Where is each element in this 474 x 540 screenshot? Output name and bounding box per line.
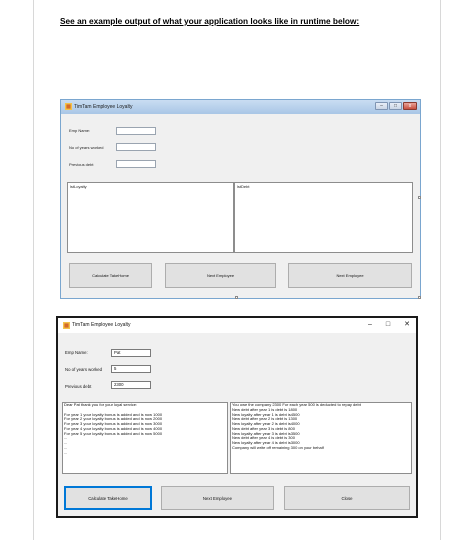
maximize-button[interactable]: □ [380,320,396,330]
window-title: TimTam Employee Loyalty [72,322,131,328]
emp-name-label: Emp Name: [69,128,91,133]
list-item[interactable]: Company will write off remaining 300 on … [231,445,411,451]
page-border-left [33,0,34,540]
runtime-window: TimTam Employee Loyalty – □ ✕ Emp Name: … [56,316,418,518]
page-border-right [440,0,441,540]
emp-name-input[interactable] [116,127,156,135]
calculate-takehome-button[interactable]: Calculate TakeHome [64,486,152,510]
close-button[interactable]: x [403,102,417,110]
window-title: TimTam Employee Loyalty [74,104,133,110]
debt-listbox-name: lstDebt [237,184,250,189]
loyalty-listbox[interactable]: Dear Pat thank you for your loyal servic… [62,402,228,474]
maximize-button[interactable]: □ [389,102,402,110]
previous-debt-label: Previous debt [69,162,94,167]
calculate-takehome-button[interactable]: Calculate TakeHome [69,263,152,288]
years-worked-input[interactable]: 5 [111,365,151,373]
minimize-button[interactable]: – [375,102,388,110]
next-employee-button[interactable]: Next Employee [161,486,274,510]
years-worked-label: No of years worked [65,367,103,372]
app-icon [63,322,70,329]
emp-name-input[interactable]: Pat [111,349,151,357]
resize-handle-bottom[interactable] [235,296,238,299]
debt-listbox[interactable]: You owe the company 2300 For each year 5… [230,402,412,474]
designer-window: TimTam Employee Loyalty – □ x Emp Name: … [60,99,421,299]
years-worked-input[interactable] [116,143,156,151]
next-employee-button[interactable]: Next Employee [165,263,276,288]
close-button[interactable]: ✕ [399,320,415,330]
close-form-button[interactable]: Close [284,486,410,510]
resize-handle-right[interactable] [418,196,421,199]
list-item[interactable]: ... [63,450,227,456]
emp-name-label: Emp Name: [65,350,88,355]
window-titlebar[interactable]: TimTam Employee Loyalty – □ ✕ [58,318,416,333]
minimize-button[interactable]: – [362,320,378,330]
document-page: See an example output of what your appli… [0,0,474,540]
next-employee-button-2[interactable]: Next Employee [288,263,412,288]
window-titlebar[interactable]: TimTam Employee Loyalty – □ x [61,100,420,114]
debt-listbox[interactable]: lstDebt [234,182,413,253]
app-icon [65,103,72,110]
resize-handle-corner[interactable] [418,296,421,299]
instruction-heading: See an example output of what your appli… [60,16,360,26]
years-worked-label: No of years worked [69,145,104,150]
previous-debt-label: Previous debt [65,384,92,389]
previous-debt-input[interactable]: 2300 [111,381,151,389]
previous-debt-input[interactable] [116,160,156,168]
loyalty-listbox[interactable]: lstLoyalty [67,182,234,253]
loyalty-listbox-name: lstLoyalty [70,184,87,189]
